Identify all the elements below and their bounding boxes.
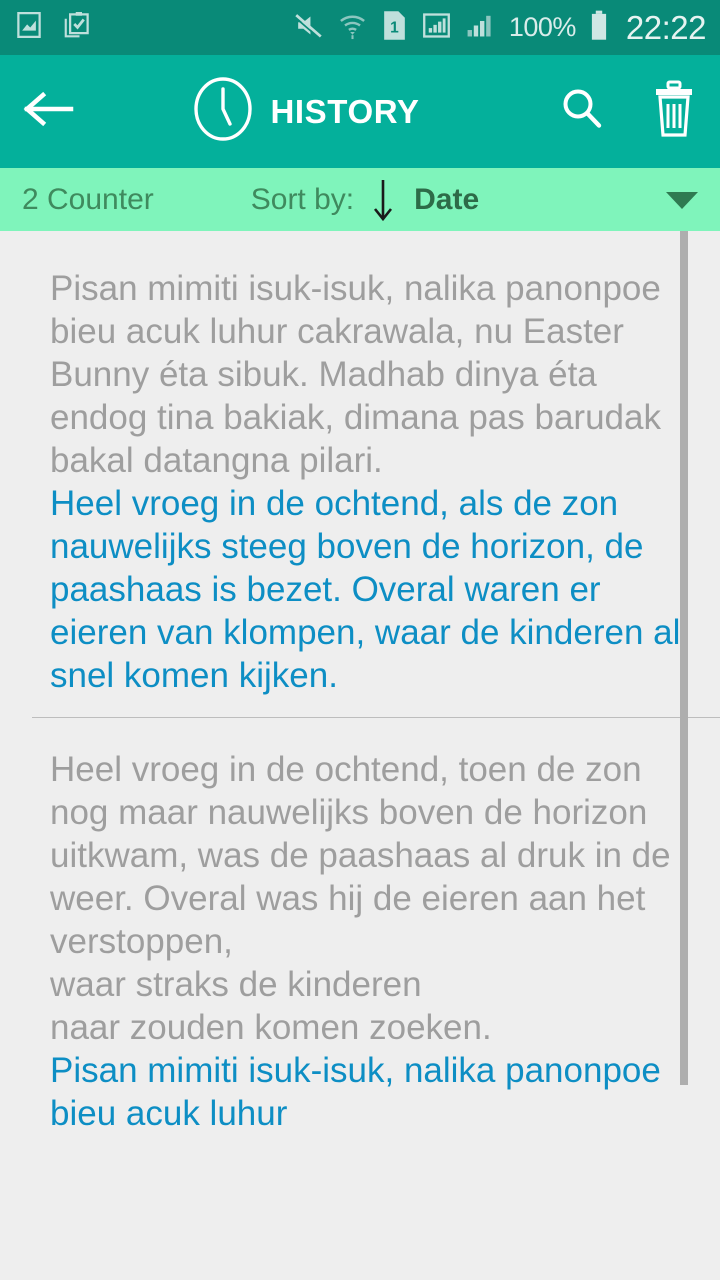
- status-bar-right-icons: 1 100% 22:22: [293, 8, 707, 47]
- back-arrow-icon: [21, 89, 75, 134]
- trash-icon: [650, 80, 698, 143]
- sort-control[interactable]: Sort by: Date: [251, 177, 479, 223]
- clipboard-check-icon: [62, 10, 92, 45]
- list-item[interactable]: Pisan mimiti isuk-isuk, nalika panonpoe …: [0, 231, 720, 697]
- history-source-text: Heel vroeg in de ochtend, toen de zon no…: [50, 750, 671, 1047]
- status-bar: 1 100% 22:22: [0, 0, 720, 55]
- list-item[interactable]: Heel vroeg in de ochtend, toen de zon no…: [0, 718, 720, 1135]
- sort-by-label: Sort by:: [250, 182, 355, 216]
- search-button[interactable]: [536, 55, 628, 168]
- battery-icon: [589, 10, 609, 46]
- history-source-text: Pisan mimiti isuk-isuk, nalika panonpoe …: [50, 269, 661, 480]
- mute-icon: [293, 10, 324, 46]
- history-translated-text: Pisan mimiti isuk-isuk, nalika panonpoe …: [50, 1051, 661, 1133]
- signal-boxed-icon: [421, 10, 452, 46]
- sort-value-label: Date: [414, 182, 480, 216]
- battery-percent-label: 100%: [508, 12, 577, 42]
- page-title: HISTORY: [270, 92, 420, 130]
- arrow-down-icon[interactable]: [370, 177, 396, 223]
- status-clock: 22:22: [625, 8, 707, 46]
- signal-bars-icon: [465, 10, 496, 46]
- sim-1-icon: 1: [381, 10, 408, 46]
- counter-label: 2 Counter: [22, 182, 154, 216]
- wifi-icon: [337, 10, 368, 46]
- search-icon: [559, 86, 605, 137]
- app-bar-title-group: HISTORY: [76, 76, 536, 147]
- app-bar: HISTORY: [0, 55, 720, 168]
- sort-bar[interactable]: 2 Counter Sort by: Date: [0, 168, 720, 231]
- chevron-down-icon[interactable]: [664, 189, 700, 211]
- scrollbar-thumb[interactable]: [680, 231, 688, 1085]
- history-translated-text: Heel vroeg in de ochtend, als de zon nau…: [50, 484, 681, 695]
- history-list[interactable]: Pisan mimiti isuk-isuk, nalika panonpoe …: [0, 231, 720, 1280]
- app-root: 1 100% 22:22 HISTORY 2 Counter Sort by: …: [0, 0, 720, 1280]
- status-bar-left-icons: [14, 10, 92, 45]
- image-icon: [14, 10, 44, 45]
- delete-button[interactable]: [628, 55, 720, 168]
- scrollbar[interactable]: [680, 231, 688, 1280]
- svg-text:1: 1: [390, 19, 399, 36]
- clock-icon: [192, 76, 254, 147]
